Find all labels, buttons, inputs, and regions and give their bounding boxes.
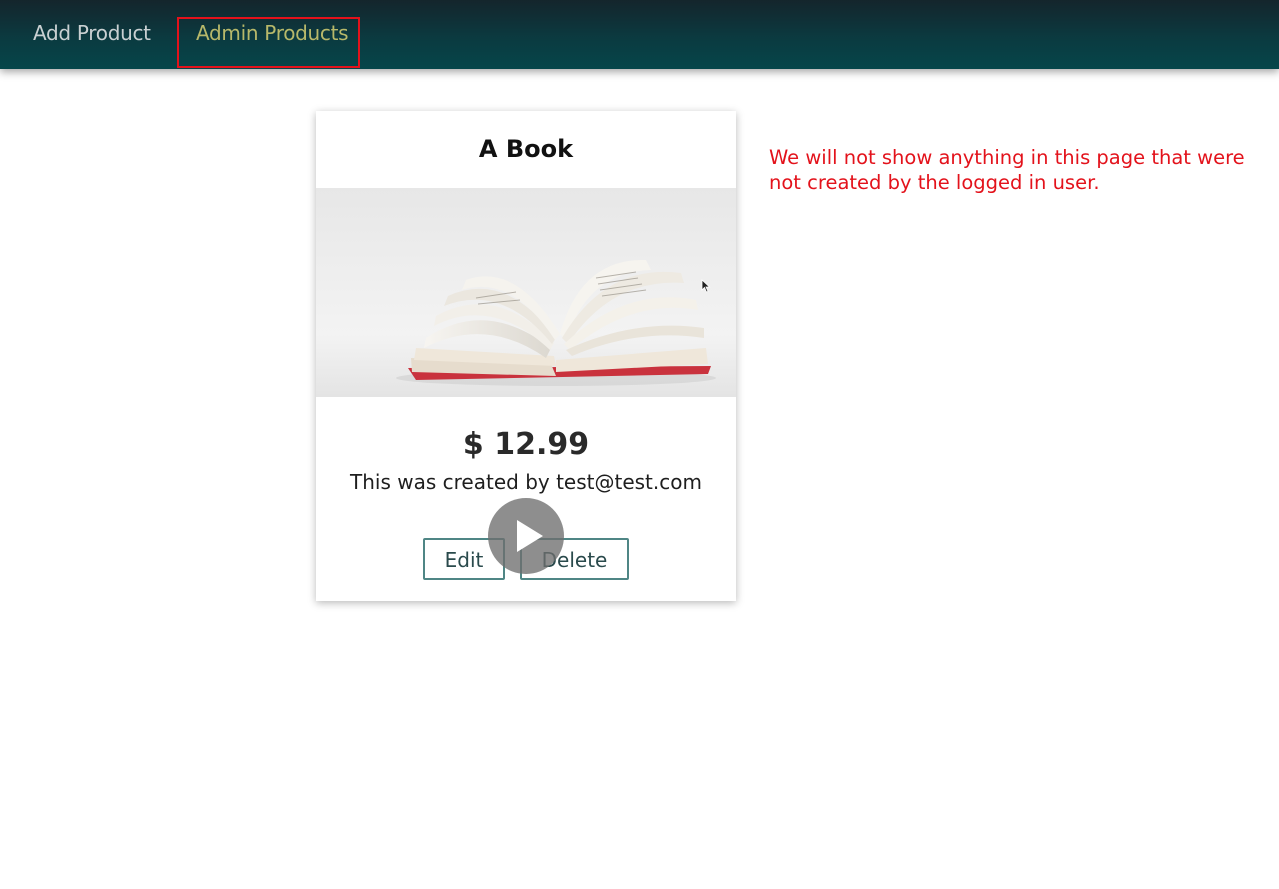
- annotation-line-2: not created by the logged in user.: [769, 171, 1100, 194]
- video-play-button[interactable]: [488, 498, 564, 574]
- top-navbar: Add Product Admin Products: [0, 0, 1279, 69]
- product-image: [316, 188, 736, 397]
- nav-link-add-product[interactable]: Add Product: [33, 19, 151, 47]
- mouse-cursor-icon: [701, 279, 711, 293]
- annotation-highlight-box: [177, 17, 360, 68]
- play-icon: [517, 520, 543, 552]
- product-description: This was created by test@test.com: [350, 470, 702, 494]
- product-price: $ 12.99: [462, 427, 590, 462]
- annotation-line-1: We will not show anything in this page t…: [769, 146, 1245, 169]
- product-title: A Book: [478, 135, 574, 163]
- open-book-photo: [316, 188, 736, 397]
- annotation-note: We will not show anything in this page t…: [769, 145, 1279, 195]
